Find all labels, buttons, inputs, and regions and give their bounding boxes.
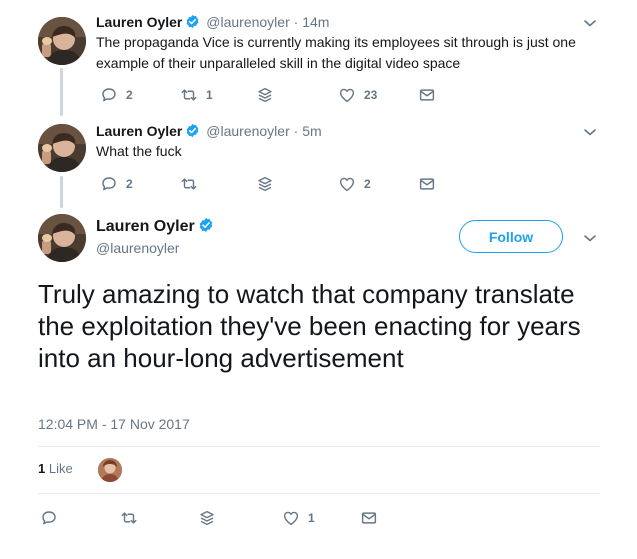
author-handle[interactable]: @laurenoyler [206, 123, 289, 139]
thread-line [60, 68, 63, 116]
main-tweet-text: Truly amazing to watch that company tran… [38, 279, 581, 373]
retweet-button[interactable] [120, 507, 138, 529]
like-count: 2 [364, 177, 371, 191]
verified-badge-icon [198, 217, 214, 233]
stack-icon [256, 86, 274, 104]
verified-badge-icon [185, 123, 200, 138]
liker-avatar[interactable] [98, 458, 122, 482]
tweet-text: What the fuck [96, 143, 182, 159]
like-button[interactable]: 23 [338, 84, 377, 106]
likes-summary[interactable]: 1 Like [38, 461, 73, 476]
retweet-button[interactable]: 1 [180, 84, 213, 106]
reply-icon [100, 86, 118, 104]
likes-summary-count: 1 [38, 461, 46, 476]
stack-button[interactable] [256, 84, 274, 106]
follow-button[interactable]: Follow [459, 220, 563, 253]
tweet-text: The propaganda Vice is currently making … [96, 34, 576, 71]
author-name-row: Lauren Oyler [96, 217, 216, 236]
direct-message-button[interactable] [418, 84, 436, 106]
like-button[interactable]: 1 [282, 507, 315, 529]
chevron-down-icon[interactable] [582, 230, 598, 246]
author-handle[interactable]: @laurenoyler [206, 14, 289, 30]
divider [38, 446, 600, 447]
stack-icon [198, 509, 216, 527]
author-handle[interactable]: @laurenoyler [96, 240, 179, 256]
reply-button[interactable]: 2 [100, 84, 133, 106]
tweet-header: Lauren Oyler @laurenoyler · 5m [96, 122, 322, 140]
avatar[interactable] [38, 124, 86, 172]
divider [38, 493, 600, 494]
stack-button[interactable] [198, 507, 216, 529]
stack-icon [256, 175, 274, 193]
avatar[interactable] [38, 17, 86, 65]
reply-button[interactable] [40, 507, 58, 529]
tweet-time[interactable]: · 5m [294, 123, 322, 139]
chevron-down-icon[interactable] [582, 124, 598, 140]
avatar[interactable] [38, 214, 86, 262]
tweet-datetime[interactable]: 12:04 PM - 17 Nov 2017 [38, 416, 190, 432]
author-name[interactable]: Lauren Oyler [96, 218, 195, 235]
like-count: 23 [364, 88, 378, 102]
direct-message-button[interactable] [418, 173, 436, 195]
heart-icon [338, 175, 356, 193]
reply-button[interactable]: 2 [100, 173, 133, 195]
direct-message-button[interactable] [360, 507, 378, 529]
reply-count: 2 [126, 88, 133, 102]
verified-badge-icon [185, 14, 200, 29]
tweet-time[interactable]: · 14m [294, 14, 330, 30]
chevron-down-icon[interactable] [582, 15, 598, 31]
retweet-icon [120, 509, 138, 527]
retweet-button[interactable] [180, 173, 206, 195]
author-name[interactable]: Lauren Oyler [96, 123, 182, 139]
like-count: 1 [308, 511, 315, 525]
like-button[interactable]: 2 [338, 173, 371, 195]
reply-icon [100, 175, 118, 193]
envelope-icon [360, 509, 378, 527]
retweet-icon [180, 86, 198, 104]
tweet-header: Lauren Oyler @laurenoyler · 14m [96, 13, 329, 31]
heart-icon [338, 86, 356, 104]
envelope-icon [418, 86, 436, 104]
heart-icon [282, 509, 300, 527]
reply-count: 2 [126, 177, 133, 191]
retweet-icon [180, 175, 198, 193]
likes-summary-label: Like [48, 461, 73, 476]
stack-button[interactable] [256, 173, 274, 195]
reply-icon [40, 509, 58, 527]
thread-line [60, 176, 63, 208]
envelope-icon [418, 175, 436, 193]
retweet-count: 1 [206, 88, 213, 102]
author-name[interactable]: Lauren Oyler [96, 14, 182, 30]
